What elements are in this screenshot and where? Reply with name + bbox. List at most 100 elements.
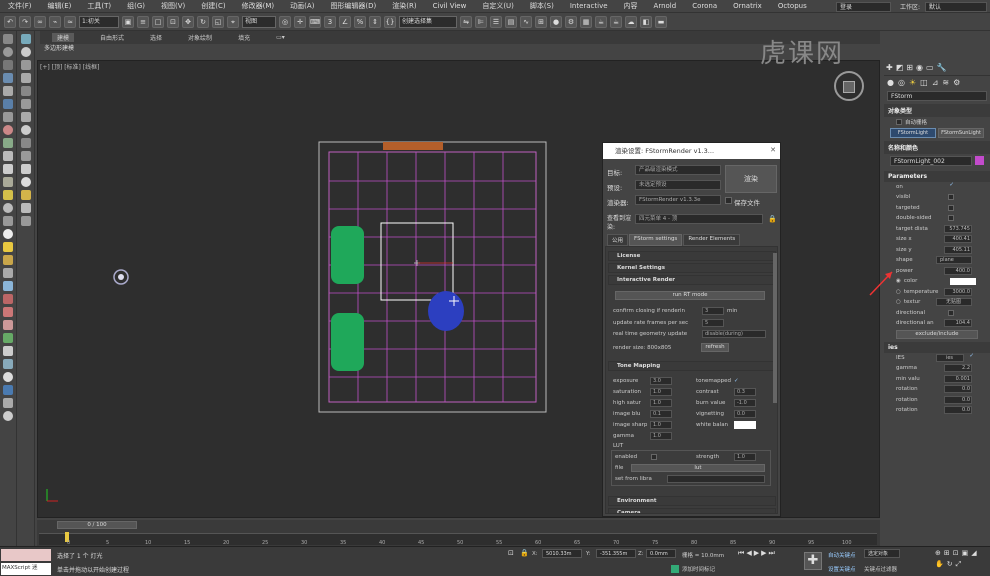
ribbon-tab-object-paint[interactable]: 对象绘制 [188,33,212,42]
maximize-viewport-icon[interactable]: ⤢ [956,560,962,569]
ribbon-tab-freeform[interactable]: 自由形式 [100,33,124,42]
link-icon[interactable]: ∞ [34,15,46,28]
modifier-tool-icon[interactable] [20,86,31,96]
ribbon-tab-selection[interactable]: 选择 [150,33,162,42]
ribbon-tab-populate[interactable]: 填充 [238,33,250,42]
key-filters-button[interactable]: 关键点过滤器 [864,565,897,573]
color-radio-icon[interactable]: ◉ [896,278,901,284]
create-system-icon[interactable] [3,281,13,291]
create-particles-icon[interactable] [3,268,13,278]
select-tool-icon[interactable] [20,34,31,44]
window-crossing-icon[interactable]: ⊡ [167,15,179,28]
ies-rotation-x-field[interactable]: 0.0 [944,385,972,393]
param-size-x-field[interactable]: 400.41 [944,235,972,243]
render-iterative-icon[interactable]: ☕ [610,15,622,28]
ies-checkbox[interactable]: ✓ [969,353,974,359]
cameras-icon[interactable]: ◫ [920,78,928,87]
target-dropdown[interactable]: 产品级渲染模式 [635,165,721,175]
param-power-field[interactable]: 400.0 [944,266,972,275]
create-stairs-icon[interactable] [3,112,13,122]
render-setup-icon[interactable]: ⚙ [565,15,577,28]
spinner-snap-icon[interactable]: ⇕ [369,15,381,28]
auto-grid-checkbox[interactable] [896,119,902,126]
orbit-icon[interactable]: ↻ [947,560,953,569]
rollout-tone-mapping[interactable]: Tone Mapping [608,361,776,371]
menu-item[interactable]: 文件(F) [0,0,40,13]
menu-item[interactable]: 修改器(M) [234,0,283,13]
add-time-tag[interactable]: 添加时间标记 [682,565,715,573]
prev-frame-icon[interactable]: ◀ [746,549,751,558]
target-tool-icon[interactable] [20,125,31,135]
create-sun-icon[interactable] [3,229,13,239]
dialog-scrollbar[interactable] [773,253,777,403]
create-cylinder-icon[interactable] [3,60,13,70]
motion-tab-icon[interactable]: ◉ [916,63,923,72]
maxscript-listener[interactable] [1,549,51,561]
place-icon[interactable]: ⌖ [227,15,239,28]
burn-value-field[interactable]: -1.0 [734,399,756,407]
image-blur-field[interactable]: 0.1 [650,410,672,418]
lights-icon[interactable]: ☀ [909,78,916,87]
lut-file-button[interactable]: lut [631,464,765,472]
parameters-header[interactable]: Parameters [884,170,990,182]
rollout-environment[interactable]: Environment [608,496,776,506]
utilities-tab-icon[interactable]: 🔧 [937,63,947,72]
ies-rotation-y-field[interactable]: 0.0 [944,395,972,404]
time-slider[interactable]: 0 / 100 [57,521,137,529]
create-patch-icon[interactable] [3,385,13,395]
rollout-interactive[interactable]: Interactive Render [608,275,776,285]
set-key-button[interactable]: 设置关键点 [828,565,856,573]
create-torus-icon[interactable] [3,125,13,135]
keyboard-shortcut-icon[interactable]: ⌨ [309,15,321,28]
helpers-icon[interactable]: ⊿ [932,78,939,87]
named-selection-dropdown[interactable]: 创建选择集 [399,15,457,28]
ies-header[interactable]: ies [884,341,990,353]
y-coordinate-field[interactable]: -351.355m [596,549,636,558]
create-nurbs-icon[interactable] [3,398,13,408]
menu-item[interactable]: 图形编辑器(D) [322,0,384,13]
texture-radio-icon[interactable]: ○ [896,299,901,305]
menu-item[interactable]: 脚本(S) [522,0,562,13]
param-visible-checkbox[interactable] [948,194,954,200]
param-texture-button[interactable]: 无贴图 [936,298,972,306]
menu-item[interactable]: Civil View [425,0,475,13]
zoom-all-icon[interactable]: ⊞ [944,549,950,557]
display-tool-icon[interactable] [20,164,31,174]
shape-tool-icon[interactable] [20,216,31,226]
save-file-checkbox[interactable] [725,197,732,204]
next-frame-icon[interactable]: ▶ [761,549,766,558]
layer-icon[interactable]: ◧ [640,15,652,28]
menu-item[interactable]: 自定义(U) [474,0,522,13]
update-rate-field[interactable]: 5 [702,319,724,327]
spline-tool-icon[interactable] [20,112,31,122]
rotate-icon[interactable]: ↻ [197,15,209,28]
select-object-icon[interactable]: ▣ [122,15,134,28]
tab-render-elements[interactable]: Render Elements [683,234,741,246]
x-coordinate-field[interactable]: 5010.33m [542,549,582,558]
renderer-dropdown[interactable]: FStormRender v1.3.3e [635,195,721,205]
material-editor-icon[interactable]: ● [550,15,562,28]
ies-min-value-field[interactable]: 0.001 [944,374,972,383]
param-on-checkbox[interactable]: ✓ [949,182,954,188]
box-tool-icon[interactable] [20,60,31,70]
tab-fstorm-settings[interactable]: FStorm settings [629,234,683,246]
modify-tab-icon[interactable]: ◩ [896,63,904,72]
sphere-tool-icon[interactable] [20,47,31,57]
create-crowd-icon[interactable] [3,320,13,330]
view-to-render-dropdown[interactable]: 四元菜单 4 - 顶 [635,214,763,224]
create-railing-icon[interactable] [3,346,13,356]
lock-icon[interactable]: 🔒 [768,215,777,223]
go-start-icon[interactable]: ⏮ [738,549,744,558]
edit-named-sets-icon[interactable]: {} [384,15,396,28]
tonemapped-checkbox[interactable]: ✓ [734,378,739,384]
set-from-dropdown[interactable] [667,475,765,483]
param-double-sided-checkbox[interactable] [948,215,954,221]
create-foliage-icon[interactable] [3,333,13,343]
create-window-icon[interactable] [3,177,13,187]
create-wall-icon[interactable] [3,359,13,369]
select-manipulate-icon[interactable]: ✛ [294,15,306,28]
move-icon[interactable]: ✥ [182,15,194,28]
pan-icon[interactable]: ✋ [935,560,944,569]
create-pyramid-icon[interactable] [3,151,13,161]
confirm-field[interactable]: 3 [702,307,724,315]
